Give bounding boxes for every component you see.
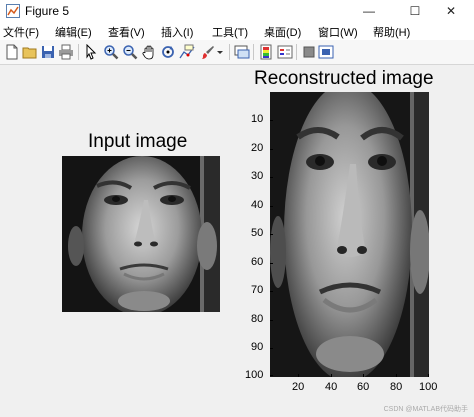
x-tick-label: 100 (419, 381, 438, 393)
show-plot-tools-button[interactable] (317, 43, 335, 61)
y-tick-mark (270, 206, 273, 207)
x-tick-label: 20 (292, 381, 305, 393)
hide-plot-tools-button[interactable] (300, 43, 318, 61)
legend-icon (277, 45, 293, 59)
input-image[interactable] (62, 156, 220, 312)
menu-tools[interactable]: 工具(T) (212, 24, 248, 40)
y-tick-mark (270, 120, 273, 121)
data-cursor-icon (179, 44, 195, 59)
new-figure-icon (6, 44, 18, 60)
minimize-button[interactable]: — (346, 0, 392, 22)
link-plot-button[interactable] (233, 43, 251, 61)
save-button[interactable] (39, 43, 57, 61)
y-tick-label: 30 (251, 170, 264, 182)
y-tick-mark (270, 375, 273, 376)
toolbar-separator (229, 44, 230, 60)
show-plot-tools-icon (318, 45, 334, 59)
hide-plot-tools-icon (303, 46, 315, 58)
y-tick-mark (270, 177, 273, 178)
reconstructed-image[interactable] (270, 92, 429, 377)
x-tick-mark (298, 374, 299, 377)
link-plot-icon (234, 45, 250, 59)
minimize-icon: — (363, 4, 375, 18)
window-title: Figure 5 (25, 4, 70, 18)
toolbar-separator (253, 44, 254, 60)
pointer-icon (86, 44, 97, 60)
y-tick-label: 80 (251, 313, 264, 325)
open-button[interactable] (21, 43, 39, 61)
menu-file[interactable]: 文件(F) (3, 24, 39, 40)
brush-dropdown-icon (217, 51, 223, 54)
x-tick-label: 60 (357, 381, 370, 393)
zoom-out-button[interactable] (121, 43, 139, 61)
y-tick-mark (270, 291, 273, 292)
reconstructed-face-image (270, 92, 429, 377)
zoom-in-button[interactable] (102, 43, 120, 61)
y-tick-label: 10 (251, 113, 264, 125)
title-bar: Figure 5 — ☐ ✕ (0, 0, 474, 22)
menu-view[interactable]: 查看(V) (108, 24, 145, 40)
pointer-button[interactable] (82, 43, 100, 61)
x-tick-label: 80 (390, 381, 403, 393)
y-tick-label: 40 (251, 199, 264, 211)
x-tick-label: 40 (325, 381, 338, 393)
y-tick-label: 20 (251, 142, 264, 154)
y-tick-mark (270, 234, 273, 235)
figure-canvas: Input image Reconstructed image 10 20 30… (0, 65, 474, 417)
brush-dropdown-button[interactable] (215, 43, 225, 61)
close-button[interactable]: ✕ (428, 0, 474, 22)
y-tick-label: 90 (251, 341, 264, 353)
legend-button[interactable] (276, 43, 294, 61)
new-figure-button[interactable] (3, 43, 21, 61)
data-cursor-button[interactable] (178, 43, 196, 61)
x-tick-mark (363, 374, 364, 377)
y-tick-label: 100 (245, 369, 264, 381)
open-icon (22, 47, 37, 59)
y-tick-label: 60 (251, 256, 264, 268)
menu-insert[interactable]: 插入(I) (161, 24, 193, 40)
zoom-out-icon (123, 45, 138, 60)
y-tick-mark (270, 149, 273, 150)
menu-window[interactable]: 窗口(W) (318, 24, 358, 40)
menu-bar: 文件(F) 编辑(E) 查看(V) 插入(I) 工具(T) 桌面(D) 窗口(W… (0, 22, 474, 40)
reconstructed-image-title: Reconstructed image (254, 68, 434, 89)
x-tick-mark (396, 374, 397, 377)
print-icon (59, 44, 73, 60)
save-icon (42, 46, 54, 58)
y-tick-mark (270, 348, 273, 349)
menu-desktop[interactable]: 桌面(D) (264, 24, 301, 40)
toolbar (0, 40, 474, 65)
toolbar-separator (296, 44, 297, 60)
y-tick-mark (270, 263, 273, 264)
matlab-figure-icon (6, 4, 20, 18)
pan-button[interactable] (140, 43, 158, 61)
y-tick-label: 50 (251, 227, 264, 239)
x-tick-mark (428, 374, 429, 377)
rotate-button[interactable] (159, 43, 177, 61)
menu-edit[interactable]: 编辑(E) (55, 24, 92, 40)
pan-icon (142, 45, 154, 60)
menu-help[interactable]: 帮助(H) (373, 24, 410, 40)
print-button[interactable] (57, 43, 75, 61)
rotate-icon (162, 46, 174, 58)
y-tick-mark (270, 320, 273, 321)
x-tick-mark (331, 374, 332, 377)
input-image-title: Input image (88, 131, 188, 152)
colorbar-icon (260, 44, 272, 60)
y-tick-label: 70 (251, 284, 264, 296)
zoom-in-icon (104, 45, 119, 60)
brush-icon (202, 46, 214, 59)
toolbar-separator (78, 44, 79, 60)
colorbar-button[interactable] (257, 43, 275, 61)
input-face-image (62, 156, 220, 312)
watermark: CSDN @MATLAB代码助手 (383, 406, 468, 413)
maximize-icon: ☐ (409, 4, 421, 18)
close-icon: ✕ (445, 4, 457, 18)
